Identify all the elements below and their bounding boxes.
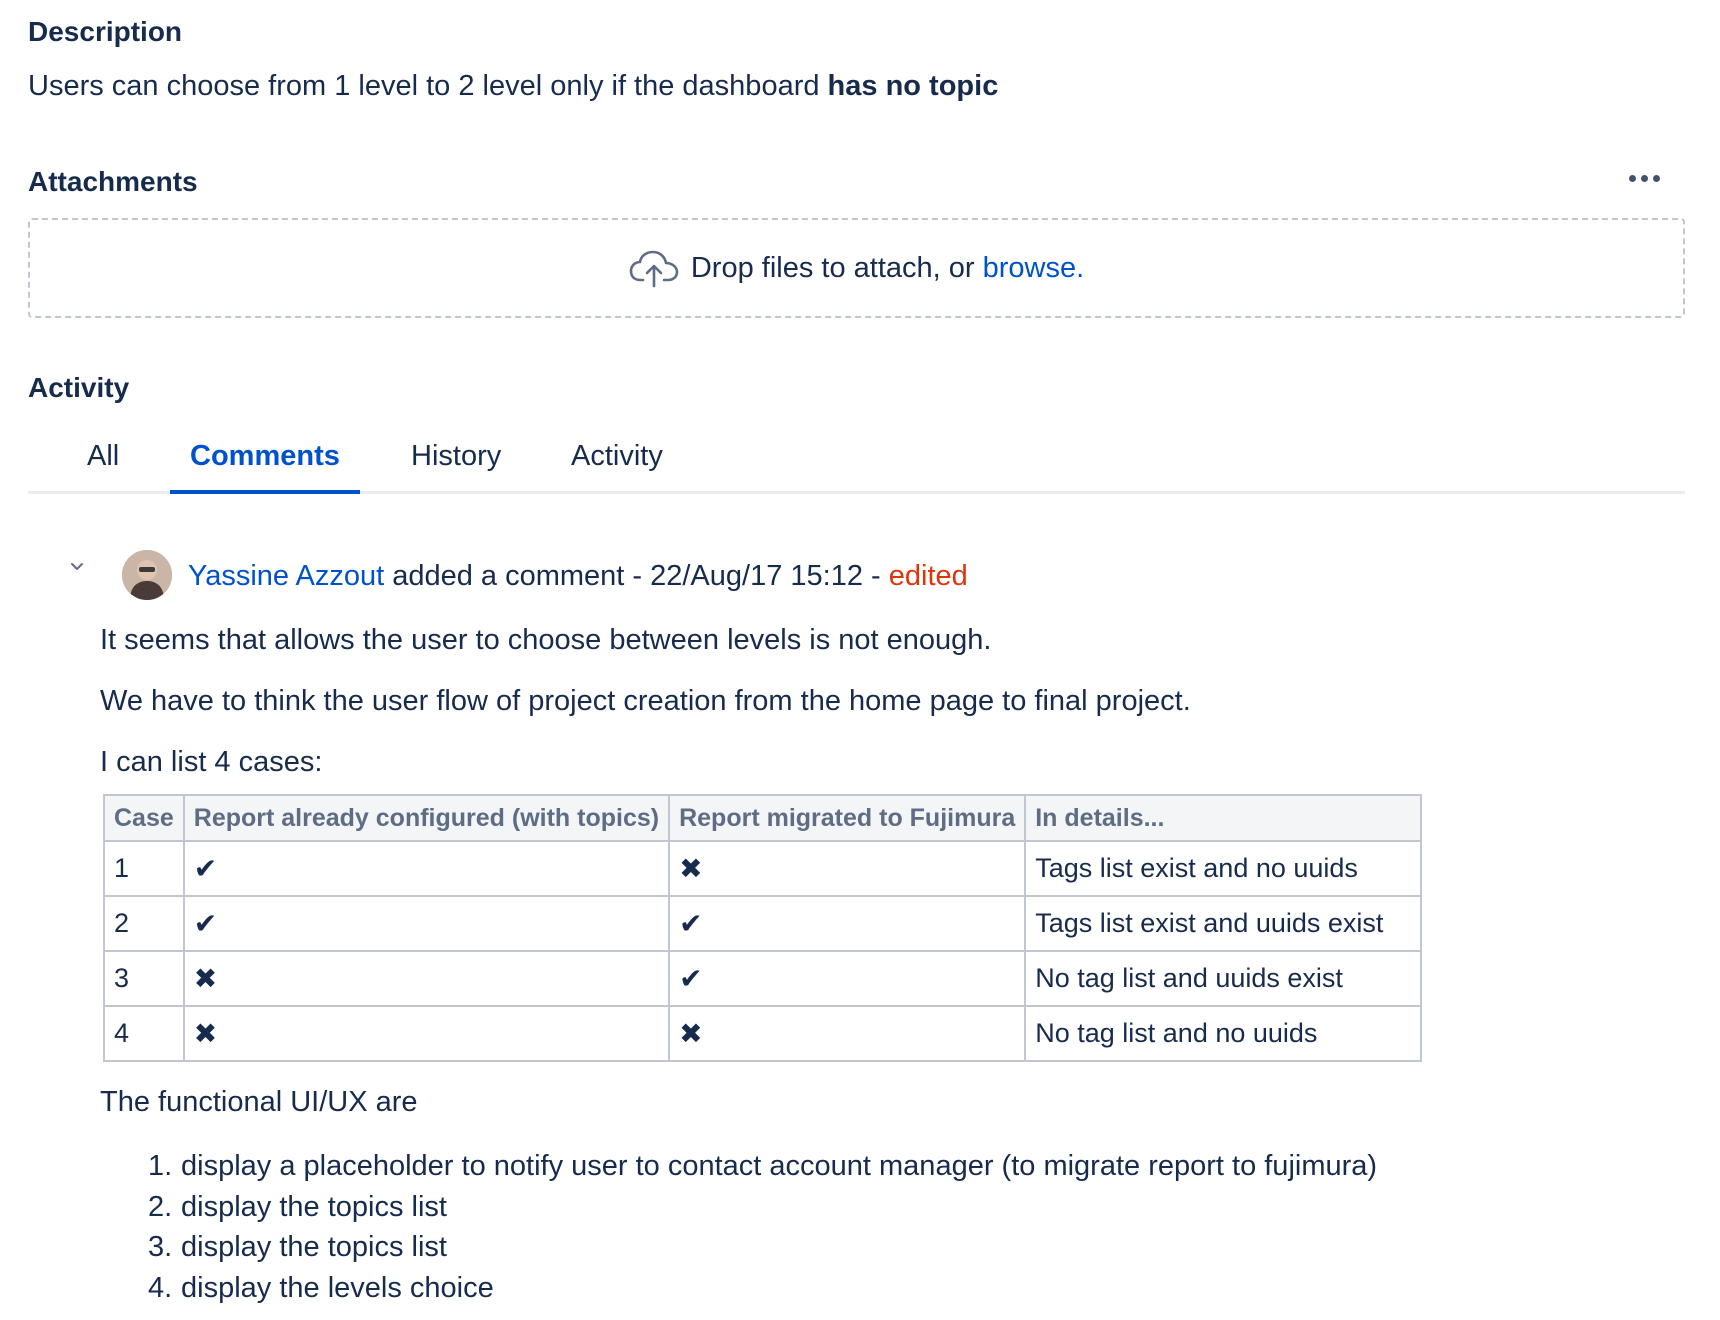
comment-edited-link[interactable]: edited — [889, 560, 968, 592]
dropzone-text: Drop files to attach, or browse. — [691, 252, 1084, 285]
table-row: 4 ✖ ✖ No tag list and no uuids — [103, 1005, 1423, 1062]
comment-action-text: added a comment - 22/Aug/17 15:12 - — [384, 560, 889, 592]
activity-tabs: All Comments History Activity — [28, 430, 1685, 494]
table-cell: No tag list and uuids exist — [1024, 950, 1423, 1007]
tab-all[interactable]: All — [87, 440, 119, 473]
list-item-text: display a placeholder to notify user to … — [181, 1150, 1378, 1182]
table-cell: ✔ — [668, 895, 1027, 952]
chevron-down-icon[interactable] — [66, 556, 88, 578]
table-row: 2 ✔ ✔ Tags list exist and uuids exist — [103, 895, 1423, 952]
list-item: 3. display the topics list — [148, 1227, 1377, 1268]
more-options-button[interactable] — [1622, 164, 1666, 192]
table-row: 3 ✖ ✔ No tag list and uuids exist — [103, 950, 1423, 1007]
list-item-text: display the levels choice — [181, 1271, 494, 1304]
description-heading: Description — [28, 16, 183, 47]
comment-header: Yassine Azzout added a comment - 22/Aug/… — [188, 560, 968, 593]
table-cell: Tags list exist and no uuids — [1024, 840, 1423, 897]
table-cell: ✖ — [668, 840, 1027, 897]
list-item-number: 3. — [148, 1231, 173, 1263]
comment-paragraph: It seems that allows the user to choose … — [100, 624, 992, 656]
more-dot — [1652, 174, 1660, 182]
table-row: 1 ✔ ✖ Tags list exist and no uuids — [103, 840, 1423, 897]
comment-paragraph: The functional UI/UX are — [100, 1086, 418, 1118]
list-item: 2. display the topics list — [148, 1187, 1377, 1228]
table-cell: 2 — [103, 895, 185, 952]
list-item-number: 2. — [148, 1190, 173, 1223]
description-text: Users can choose from 1 level to 2 level… — [28, 70, 998, 103]
table-cell: No tag list and no uuids — [1024, 1005, 1423, 1062]
active-tab-indicator — [170, 490, 360, 494]
description-text-plain: Users can choose from 1 level to 2 level… — [28, 70, 828, 102]
table-cell: 1 — [103, 840, 185, 897]
table-cell: 4 — [103, 1005, 185, 1062]
table-cell: ✖ — [668, 1005, 1027, 1062]
table-cell: ✔ — [668, 950, 1027, 1007]
table-header-cell: Report migrated to Fujimura — [668, 794, 1027, 842]
table-cell: Tags list exist and uuids exist — [1024, 895, 1423, 952]
table-cell: ✔ — [182, 895, 671, 952]
list-item: 4. display the levels choice — [148, 1268, 1377, 1309]
tab-history[interactable]: History — [411, 440, 501, 473]
comment-paragraph: We have to think the user flow of projec… — [100, 685, 1191, 717]
cloud-upload-icon — [629, 250, 679, 288]
tab-activity[interactable]: Activity — [571, 440, 663, 473]
activity-heading: Activity — [28, 372, 130, 403]
table-header-cell: Report already configured (with topics) — [182, 794, 671, 842]
list-item-text: display the topics list — [181, 1231, 447, 1263]
attachment-dropzone[interactable]: Drop files to attach, or browse. — [28, 218, 1685, 318]
list-item-text: display the topics list — [181, 1190, 447, 1223]
list-item-number: 4. — [148, 1271, 173, 1304]
avatar-image — [122, 550, 172, 600]
dropzone-content: Drop files to attach, or browse. — [629, 248, 1084, 288]
user-avatar[interactable] — [122, 550, 172, 600]
description-text-bold: has no topic — [827, 70, 999, 102]
table-header-cell: Case — [103, 794, 185, 842]
table-header-cell: In details... — [1024, 794, 1423, 842]
ux-ordered-list: 1. display a placeholder to notify user t… — [148, 1146, 1377, 1308]
dropzone-label: Drop files to attach, or — [690, 251, 983, 284]
list-item: 1. display a placeholder to notify user t… — [148, 1146, 1377, 1187]
table-header-row: Case Report already configured (with top… — [103, 794, 1423, 842]
attachments-heading: Attachments — [28, 166, 198, 197]
cases-table: Case Report already configured (with top… — [103, 794, 1423, 1062]
list-item-number: 1. — [148, 1150, 173, 1182]
browse-link[interactable]: browse. — [983, 252, 1085, 284]
table-cell: ✖ — [182, 1005, 671, 1062]
tab-comments[interactable]: Comments — [190, 440, 340, 473]
table-cell: ✔ — [182, 840, 671, 897]
table-cell: 3 — [103, 950, 185, 1007]
comment-paragraph: I can list 4 cases: — [100, 746, 323, 778]
table-cell: ✖ — [182, 950, 671, 1007]
more-dot — [1628, 174, 1636, 182]
more-dot — [1640, 174, 1648, 182]
comment-author-link[interactable]: Yassine Azzout — [188, 560, 384, 592]
